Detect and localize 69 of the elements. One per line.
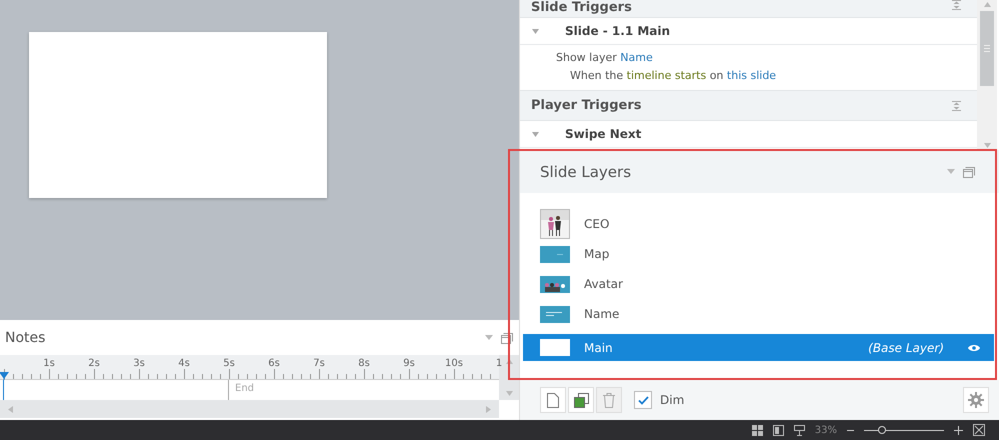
trigger-name: Slide - 1.1 Main [565, 24, 670, 38]
scroll-right-icon[interactable] [486, 406, 491, 412]
ruler-label: 10s [445, 358, 463, 369]
ruler-label: 7s [313, 358, 325, 369]
dropdown-icon[interactable] [485, 334, 493, 340]
scrollbar-thumb[interactable] [980, 11, 994, 86]
checkmark-icon [638, 396, 648, 404]
dim-checkbox[interactable] [634, 391, 652, 409]
settings-button[interactable] [963, 387, 989, 413]
ruler-label: 3s [133, 358, 145, 369]
expand-icon[interactable] [532, 28, 539, 34]
ruler-label: 2s [88, 358, 100, 369]
slider-thumb[interactable] [878, 426, 886, 434]
ruler-label: 4s [178, 358, 190, 369]
ruler-label: 1s [43, 358, 55, 369]
dim-label: Dim [660, 393, 686, 407]
layer-row[interactable]: Name [520, 299, 999, 329]
layer-note: (Base Layer) [868, 340, 944, 354]
scroll-up-icon[interactable] [984, 2, 990, 7]
ruler-label: 6s [268, 358, 280, 369]
section-title: Slide Triggers [531, 0, 632, 15]
normal-view-icon[interactable] [772, 424, 784, 436]
trigger-action: Show layer Name [556, 51, 654, 64]
layer-row[interactable]: CEO [520, 209, 999, 239]
layer-name: Main [584, 340, 614, 354]
layer-name: Avatar [584, 277, 624, 291]
notes-title: Notes [5, 330, 46, 346]
collapse-icon[interactable] [952, 100, 961, 110]
page-icon [547, 392, 559, 408]
eye-icon[interactable] [968, 344, 980, 352]
ruler-label: 9s [403, 358, 415, 369]
layer-name: CEO [584, 217, 610, 231]
window-icon[interactable] [963, 166, 975, 178]
window-icon[interactable] [501, 332, 513, 344]
trash-icon [603, 392, 615, 408]
panel-title: Slide Layers [540, 162, 632, 180]
playhead-icon[interactable] [0, 372, 9, 380]
scroll-down-icon[interactable] [984, 143, 990, 148]
new-layer-button[interactable] [540, 387, 566, 413]
layer-name: Name [584, 307, 620, 321]
fit-icon[interactable] [973, 424, 985, 436]
scroll-left-icon[interactable] [8, 406, 13, 412]
layer-name: Map [584, 247, 610, 261]
duplicate-layer-button[interactable] [568, 387, 594, 413]
collapse-icon[interactable] [952, 0, 961, 10]
layer-row[interactable]: Main (Base Layer) [523, 334, 994, 361]
layer-row[interactable]: Map [520, 239, 999, 269]
zoom-slider[interactable] [864, 425, 944, 435]
ruler-label: 5s [223, 358, 235, 369]
scroll-down-icon[interactable] [506, 391, 512, 396]
zoom-level: 33% [814, 424, 837, 436]
end-label: End [235, 383, 254, 394]
timeline-ruler[interactable]: 1s 2s 3s 4s 5s 6s 7s 8s 9s 10s 1 [0, 355, 499, 380]
trigger-row[interactable]: Slide - 1.1 Main [520, 18, 977, 45]
layer-row[interactable]: Avatar [520, 269, 999, 299]
horizontal-scrollbar[interactable] [0, 400, 499, 418]
dropdown-icon[interactable] [947, 168, 955, 174]
expand-icon[interactable] [532, 132, 539, 136]
trigger-row[interactable]: Swipe Next [520, 121, 977, 148]
presenter-icon[interactable] [794, 424, 805, 436]
ruler-label: 8s [358, 358, 370, 369]
section-title: Player Triggers [531, 98, 642, 113]
copy-icon [574, 392, 588, 408]
grid-view-icon[interactable] [752, 424, 763, 436]
trigger-name: Swipe Next [565, 127, 642, 141]
zoom-in-icon[interactable] [954, 426, 963, 434]
settings-icon [968, 392, 984, 408]
trigger-condition: When the timeline starts on this slide [569, 69, 778, 82]
scroll-up-icon[interactable] [506, 359, 512, 364]
